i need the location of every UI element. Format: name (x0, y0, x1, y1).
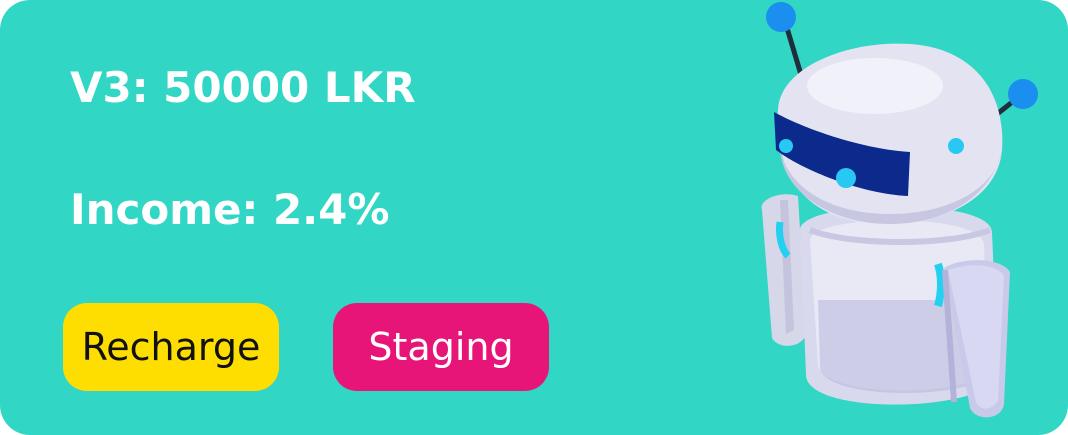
plan-card: V3: 50000 LKR Income: 2.4% Recharge Stag… (0, 0, 1068, 435)
recharge-button[interactable]: Recharge (63, 303, 279, 391)
robot-icon (761, 2, 1038, 418)
staging-button[interactable]: Staging (333, 303, 549, 391)
plan-title: V3: 50000 LKR (70, 63, 416, 112)
income-rate: Income: 2.4% (70, 185, 390, 234)
